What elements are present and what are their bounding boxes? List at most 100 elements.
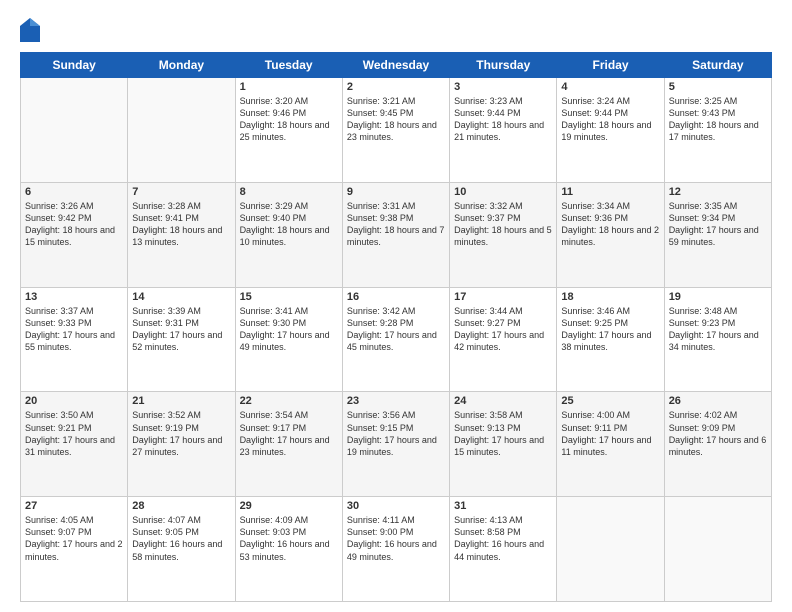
day-info: Sunrise: 3:44 AM Sunset: 9:27 PM Dayligh… bbox=[454, 305, 552, 354]
day-info: Sunrise: 4:11 AM Sunset: 9:00 PM Dayligh… bbox=[347, 514, 445, 563]
day-info: Sunrise: 4:00 AM Sunset: 9:11 PM Dayligh… bbox=[561, 409, 659, 458]
day-number: 25 bbox=[561, 395, 659, 407]
calendar-cell: 6Sunrise: 3:26 AM Sunset: 9:42 PM Daylig… bbox=[21, 182, 128, 287]
day-number: 1 bbox=[240, 81, 338, 93]
day-info: Sunrise: 3:25 AM Sunset: 9:43 PM Dayligh… bbox=[669, 95, 767, 144]
day-number: 7 bbox=[132, 186, 230, 198]
calendar-cell bbox=[21, 78, 128, 183]
day-number: 13 bbox=[25, 291, 123, 303]
calendar-cell: 23Sunrise: 3:56 AM Sunset: 9:15 PM Dayli… bbox=[342, 392, 449, 497]
day-number: 12 bbox=[669, 186, 767, 198]
day-number: 28 bbox=[132, 500, 230, 512]
day-info: Sunrise: 3:58 AM Sunset: 9:13 PM Dayligh… bbox=[454, 409, 552, 458]
day-number: 2 bbox=[347, 81, 445, 93]
day-number: 14 bbox=[132, 291, 230, 303]
day-info: Sunrise: 3:20 AM Sunset: 9:46 PM Dayligh… bbox=[240, 95, 338, 144]
calendar-cell: 21 Sunrise: 3:52 AM Sunset: 9:19 PM Dayli… bbox=[128, 392, 235, 497]
calendar-cell: 16Sunrise: 3:42 AM Sunset: 9:28 PM Dayli… bbox=[342, 287, 449, 392]
day-number: 4 bbox=[561, 81, 659, 93]
day-number: 16 bbox=[347, 291, 445, 303]
day-number: 3 bbox=[454, 81, 552, 93]
calendar-table: SundayMondayTuesdayWednesdayThursdayFrid… bbox=[20, 52, 772, 602]
calendar-cell: 29Sunrise: 4:09 AM Sunset: 9:03 PM Dayli… bbox=[235, 497, 342, 602]
calendar-cell: 24 Sunrise: 3:58 AM Sunset: 9:13 PM Dayli… bbox=[450, 392, 557, 497]
calendar-cell: 11 Sunrise: 3:34 AM Sunset: 9:36 PM Dayli… bbox=[557, 182, 664, 287]
day-info: Sunrise: 3:26 AM Sunset: 9:42 PM Dayligh… bbox=[25, 200, 123, 249]
calendar-cell: 17 Sunrise: 3:44 AM Sunset: 9:27 PM Dayli… bbox=[450, 287, 557, 392]
day-info: Sunrise: 4:07 AM Sunset: 9:05 PM Dayligh… bbox=[132, 514, 230, 563]
day-number: 30 bbox=[347, 500, 445, 512]
day-number: 22 bbox=[240, 395, 338, 407]
day-info: Sunrise: 3:50 AM Sunset: 9:21 PM Dayligh… bbox=[25, 409, 123, 458]
calendar-cell: 4 Sunrise: 3:24 AM Sunset: 9:44 PM Daylig… bbox=[557, 78, 664, 183]
calendar-cell: 5 Sunrise: 3:25 AM Sunset: 9:43 PM Daylig… bbox=[664, 78, 771, 183]
calendar-cell: 3 Sunrise: 3:23 AM Sunset: 9:44 PM Daylig… bbox=[450, 78, 557, 183]
day-number: 31 bbox=[454, 500, 552, 512]
calendar-cell: 28 Sunrise: 4:07 AM Sunset: 9:05 PM Dayli… bbox=[128, 497, 235, 602]
day-info: Sunrise: 3:34 AM Sunset: 9:36 PM Dayligh… bbox=[561, 200, 659, 249]
calendar-cell: 7 Sunrise: 3:28 AM Sunset: 9:41 PM Daylig… bbox=[128, 182, 235, 287]
calendar-cell: 31 Sunrise: 4:13 AM Sunset: 8:58 PM Dayli… bbox=[450, 497, 557, 602]
day-header-friday: Friday bbox=[557, 53, 664, 78]
day-info: Sunrise: 3:24 AM Sunset: 9:44 PM Dayligh… bbox=[561, 95, 659, 144]
day-info: Sunrise: 3:23 AM Sunset: 9:44 PM Dayligh… bbox=[454, 95, 552, 144]
day-number: 5 bbox=[669, 81, 767, 93]
calendar-cell bbox=[664, 497, 771, 602]
calendar-week-row: 20 Sunrise: 3:50 AM Sunset: 9:21 PM Dayli… bbox=[21, 392, 772, 497]
calendar-cell bbox=[128, 78, 235, 183]
calendar-cell: 25 Sunrise: 4:00 AM Sunset: 9:11 PM Dayli… bbox=[557, 392, 664, 497]
calendar-cell: 8 Sunrise: 3:29 AM Sunset: 9:40 PM Daylig… bbox=[235, 182, 342, 287]
day-number: 24 bbox=[454, 395, 552, 407]
day-number: 19 bbox=[669, 291, 767, 303]
day-number: 9 bbox=[347, 186, 445, 198]
day-info: Sunrise: 3:46 AM Sunset: 9:25 PM Dayligh… bbox=[561, 305, 659, 354]
day-info: Sunrise: 3:32 AM Sunset: 9:37 PM Dayligh… bbox=[454, 200, 552, 249]
day-number: 8 bbox=[240, 186, 338, 198]
logo bbox=[20, 18, 44, 42]
day-info: Sunrise: 4:02 AM Sunset: 9:09 PM Dayligh… bbox=[669, 409, 767, 458]
day-number: 26 bbox=[669, 395, 767, 407]
day-info: Sunrise: 3:41 AM Sunset: 9:30 PM Dayligh… bbox=[240, 305, 338, 354]
day-info: Sunrise: 4:05 AM Sunset: 9:07 PM Dayligh… bbox=[25, 514, 123, 563]
calendar-cell: 1 Sunrise: 3:20 AM Sunset: 9:46 PM Daylig… bbox=[235, 78, 342, 183]
header bbox=[20, 18, 772, 42]
day-info: Sunrise: 3:35 AM Sunset: 9:34 PM Dayligh… bbox=[669, 200, 767, 249]
day-info: Sunrise: 3:52 AM Sunset: 9:19 PM Dayligh… bbox=[132, 409, 230, 458]
day-header-monday: Monday bbox=[128, 53, 235, 78]
day-number: 10 bbox=[454, 186, 552, 198]
day-number: 17 bbox=[454, 291, 552, 303]
day-info: Sunrise: 3:39 AM Sunset: 9:31 PM Dayligh… bbox=[132, 305, 230, 354]
calendar-cell: 14 Sunrise: 3:39 AM Sunset: 9:31 PM Dayli… bbox=[128, 287, 235, 392]
day-info: Sunrise: 3:21 AM Sunset: 9:45 PM Dayligh… bbox=[347, 95, 445, 144]
calendar-cell: 12 Sunrise: 3:35 AM Sunset: 9:34 PM Dayli… bbox=[664, 182, 771, 287]
calendar-week-row: 27Sunrise: 4:05 AM Sunset: 9:07 PM Dayli… bbox=[21, 497, 772, 602]
calendar-cell: 10 Sunrise: 3:32 AM Sunset: 9:37 PM Dayli… bbox=[450, 182, 557, 287]
day-info: Sunrise: 3:56 AM Sunset: 9:15 PM Dayligh… bbox=[347, 409, 445, 458]
calendar-cell: 18 Sunrise: 3:46 AM Sunset: 9:25 PM Dayli… bbox=[557, 287, 664, 392]
page: SundayMondayTuesdayWednesdayThursdayFrid… bbox=[0, 0, 792, 612]
calendar-cell: 19 Sunrise: 3:48 AM Sunset: 9:23 PM Dayli… bbox=[664, 287, 771, 392]
calendar-cell: 9 Sunrise: 3:31 AM Sunset: 9:38 PM Daylig… bbox=[342, 182, 449, 287]
day-info: Sunrise: 4:13 AM Sunset: 8:58 PM Dayligh… bbox=[454, 514, 552, 563]
calendar-header-row: SundayMondayTuesdayWednesdayThursdayFrid… bbox=[21, 53, 772, 78]
day-header-wednesday: Wednesday bbox=[342, 53, 449, 78]
day-number: 18 bbox=[561, 291, 659, 303]
calendar-cell: 26 Sunrise: 4:02 AM Sunset: 9:09 PM Dayli… bbox=[664, 392, 771, 497]
day-number: 15 bbox=[240, 291, 338, 303]
day-header-tuesday: Tuesday bbox=[235, 53, 342, 78]
day-number: 21 bbox=[132, 395, 230, 407]
day-header-thursday: Thursday bbox=[450, 53, 557, 78]
calendar-week-row: 6Sunrise: 3:26 AM Sunset: 9:42 PM Daylig… bbox=[21, 182, 772, 287]
day-info: Sunrise: 3:54 AM Sunset: 9:17 PM Dayligh… bbox=[240, 409, 338, 458]
day-number: 20 bbox=[25, 395, 123, 407]
day-info: Sunrise: 3:48 AM Sunset: 9:23 PM Dayligh… bbox=[669, 305, 767, 354]
day-info: Sunrise: 3:28 AM Sunset: 9:41 PM Dayligh… bbox=[132, 200, 230, 249]
calendar-cell bbox=[557, 497, 664, 602]
calendar-week-row: 13Sunrise: 3:37 AM Sunset: 9:33 PM Dayli… bbox=[21, 287, 772, 392]
day-info: Sunrise: 4:09 AM Sunset: 9:03 PM Dayligh… bbox=[240, 514, 338, 563]
calendar-cell: 2 Sunrise: 3:21 AM Sunset: 9:45 PM Daylig… bbox=[342, 78, 449, 183]
day-info: Sunrise: 3:31 AM Sunset: 9:38 PM Dayligh… bbox=[347, 200, 445, 249]
day-info: Sunrise: 3:29 AM Sunset: 9:40 PM Dayligh… bbox=[240, 200, 338, 249]
calendar-cell: 27Sunrise: 4:05 AM Sunset: 9:07 PM Dayli… bbox=[21, 497, 128, 602]
day-number: 11 bbox=[561, 186, 659, 198]
